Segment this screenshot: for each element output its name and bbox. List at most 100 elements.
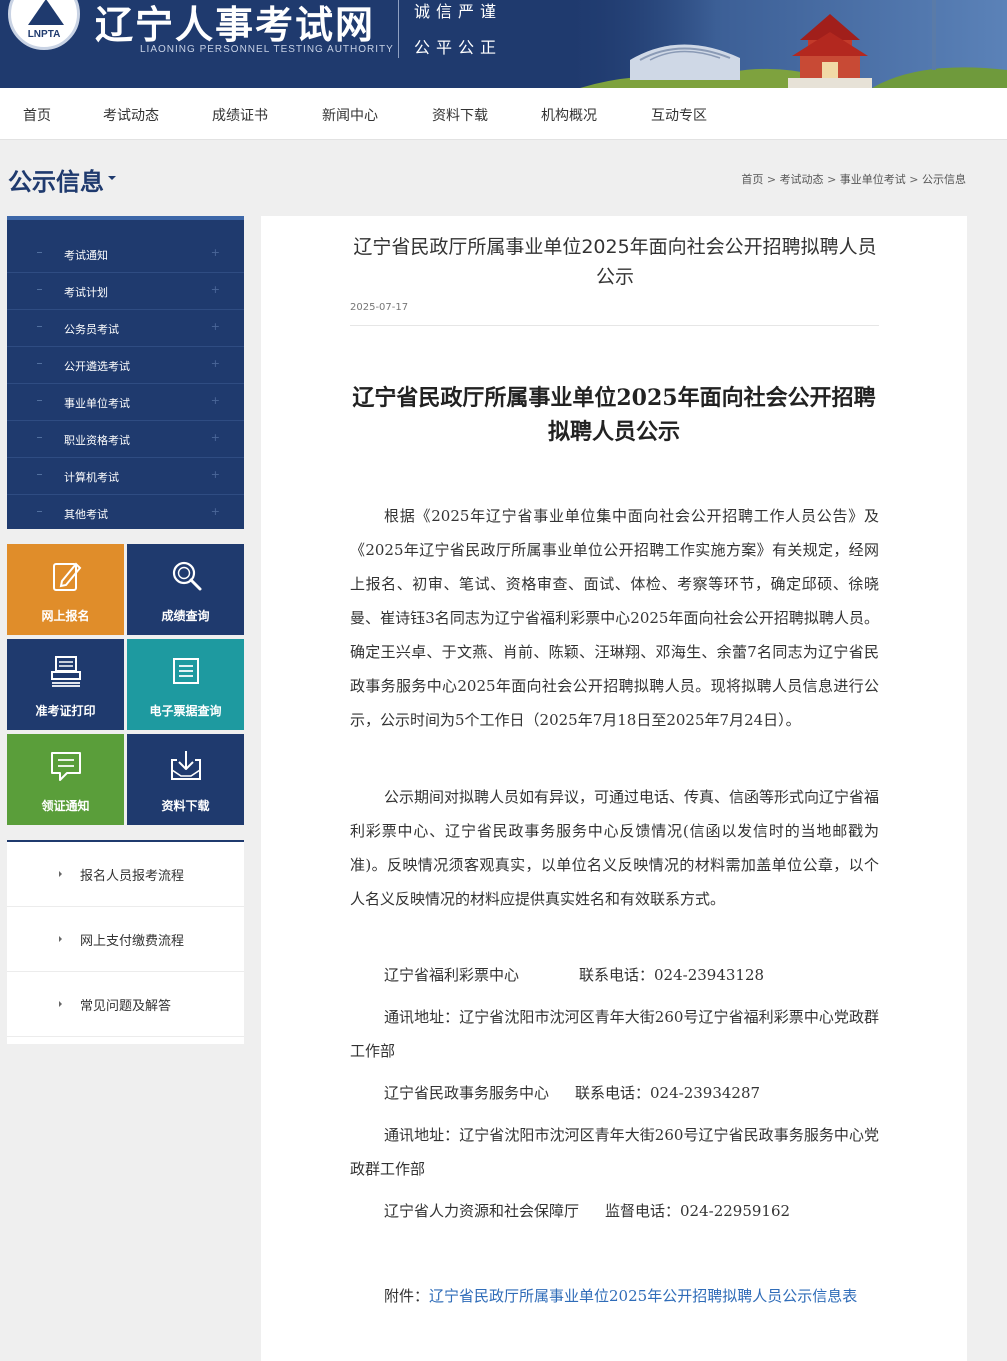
menu-tick-icon (37, 252, 42, 253)
breadcrumb: 首页 > 考试动态 > 事业单位考试 > 公示信息 (741, 171, 966, 187)
tile-label: 成绩查询 (161, 609, 210, 623)
banner-landmark-illustration (560, 0, 1007, 88)
arrow-right-icon (59, 871, 62, 877)
motto-line-2: 公平公正 (414, 38, 503, 57)
link-online-payment-process[interactable]: 网上支付缴费流程 (7, 907, 244, 972)
article-divider (350, 325, 879, 326)
article-paragraph-1: 根据《2025年辽宁省事业单位集中面向社会公开招聘工作人员公告》及《2025年辽… (350, 507, 879, 729)
caret-down-icon (108, 176, 116, 180)
menu-tick-icon (37, 474, 42, 475)
printer-icon (51, 656, 81, 687)
logo-abbr: LNPTA (27, 29, 61, 40)
menu-item-label: 其他考试 (64, 508, 108, 521)
menu-item-open-selection[interactable]: 公开遴选考试 + (7, 347, 244, 384)
breadcrumb-exam-news[interactable]: 考试动态 (780, 173, 824, 186)
site-subtitle: LIAONING PERSONNEL TESTING AUTHORITY (140, 44, 394, 55)
site-logo[interactable]: LNPTA (8, 0, 80, 50)
download-icon (171, 751, 201, 780)
edit-icon (53, 562, 82, 591)
menu-tick-icon (37, 437, 42, 438)
contact-hr-department: 辽宁省人力资源和社会保障厅 监督电话：024-22959162 (350, 1194, 879, 1228)
menu-item-label: 考试计划 (64, 286, 108, 299)
link-label: 常见问题及解答 (80, 999, 172, 1014)
article-main-title: 辽宁省民政厅所属事业单位2025年面向社会公开招聘拟聘人员公示 (352, 385, 876, 445)
menu-tick-icon (37, 511, 42, 512)
tile-label: 网上报名 (41, 609, 90, 623)
link-registration-process[interactable]: 报名人员报考流程 (7, 842, 244, 907)
tile-e-receipt-inquiry[interactable]: 电子票据查询 (127, 639, 244, 730)
menu-item-professional-qualification[interactable]: 职业资格考试 + (7, 421, 244, 458)
menu-tick-icon (37, 326, 42, 327)
arrow-right-icon (59, 1001, 62, 1007)
nav-scores-certificates[interactable]: 成绩证书 (212, 105, 268, 125)
menu-item-exam-notice[interactable]: 考试通知 + (7, 236, 244, 273)
menu-item-civil-servant[interactable]: 公务员考试 + (7, 310, 244, 347)
breadcrumb-separator: > (827, 173, 837, 186)
site-header: LNPTA 辽宁人事考试网 LIAONING PERSONNEL TESTING… (0, 0, 1007, 88)
expand-plus-icon[interactable]: + (211, 468, 220, 481)
menu-item-label: 考试通知 (64, 249, 108, 262)
nav-exam-news[interactable]: 考试动态 (103, 105, 159, 125)
attachment-link[interactable]: 辽宁省民政厅所属事业单位2025年公开招聘拟聘人员公示信息表 (429, 1287, 857, 1305)
nav-news-center[interactable]: 新闻中心 (322, 105, 378, 125)
menu-item-label: 职业资格考试 (64, 434, 130, 447)
nav-interaction[interactable]: 互动专区 (651, 105, 707, 125)
article-panel: 辽宁省民政厅所属事业单位2025年面向社会公开招聘拟聘人员公示 2025-07-… (261, 216, 967, 1361)
expand-plus-icon[interactable]: + (211, 394, 220, 407)
expand-plus-icon[interactable]: + (211, 357, 220, 370)
article-date: 2025-07-17 (350, 302, 409, 313)
link-label: 报名人员报考流程 (80, 869, 185, 884)
menu-tick-icon (37, 289, 42, 290)
motto-line-1: 诚信严谨 (414, 2, 503, 21)
search-icon (172, 561, 202, 591)
contact-civil-affairs-center-address: 通讯地址：辽宁省沈阳市沈河区青年大街260号辽宁省民政事务服务中心党政群工作部 (350, 1126, 879, 1178)
contact-org-name: 辽宁省人力资源和社会保障厅 (384, 1202, 580, 1220)
tile-score-inquiry[interactable]: 成绩查询 (127, 544, 244, 635)
contact-org-name: 辽宁省福利彩票中心 (384, 966, 520, 984)
exam-category-menu: 考试通知 + 考试计划 + 公务员考试 + 公开遴选考试 + 事业单位考试 + … (7, 216, 244, 529)
tile-material-download[interactable]: 资料下载 (127, 734, 244, 825)
tile-online-registration[interactable]: 网上报名 (7, 544, 124, 635)
tile-label: 资料下载 (161, 799, 210, 813)
contact-phone: 联系电话：024-23943128 (579, 966, 765, 984)
breadcrumb-institution-exam[interactable]: 事业单位考试 (840, 173, 906, 186)
expand-plus-icon[interactable]: + (211, 505, 220, 518)
article-header-title: 辽宁省民政厅所属事业单位2025年面向社会公开招聘拟聘人员公示 (353, 236, 877, 288)
contact-lottery-center: 辽宁省福利彩票中心 联系电话：024-23943128 (350, 958, 879, 992)
menu-item-label: 公务员考试 (64, 323, 119, 336)
article-attachment: 附件：辽宁省民政厅所属事业单位2025年公开招聘拟聘人员公示信息表 (350, 1279, 879, 1313)
expand-plus-icon[interactable]: + (211, 320, 220, 333)
nav-about[interactable]: 机构概况 (541, 105, 597, 125)
section-title: 公示信息 (8, 168, 104, 196)
menu-item-computer-exam[interactable]: 计算机考试 + (7, 458, 244, 495)
menu-item-other-exams[interactable]: 其他考试 + (7, 495, 244, 532)
breadcrumb-home[interactable]: 首页 (741, 173, 763, 186)
tile-label: 电子票据查询 (149, 704, 222, 718)
tile-label: 准考证打印 (35, 704, 96, 718)
tile-label: 领证通知 (41, 799, 90, 813)
menu-item-public-institution[interactable]: 事业单位考试 + (7, 384, 244, 421)
receipt-icon (173, 658, 199, 684)
expand-plus-icon[interactable]: + (211, 431, 220, 444)
link-faq[interactable]: 常见问题及解答 (7, 972, 244, 1037)
logo-triangle-icon (28, 0, 64, 25)
site-title[interactable]: 辽宁人事考试网 (95, 0, 375, 49)
contact-phone: 联系电话：024-23934287 (575, 1084, 761, 1102)
menu-item-label: 事业单位考试 (64, 397, 130, 410)
arrow-right-icon (59, 936, 62, 942)
expand-plus-icon[interactable]: + (211, 246, 220, 259)
expand-plus-icon[interactable]: + (211, 283, 220, 296)
contact-lottery-center-address: 通讯地址：辽宁省沈阳市沈河区青年大街260号辽宁省福利彩票中心党政群工作部 (350, 1008, 879, 1060)
menu-item-exam-plan[interactable]: 考试计划 + (7, 273, 244, 310)
tile-certificate-notice[interactable]: 领证通知 (7, 734, 124, 825)
contact-org-name: 辽宁省民政事务服务中心 (384, 1084, 550, 1102)
nav-downloads[interactable]: 资料下载 (432, 105, 488, 125)
breadcrumb-current[interactable]: 公示信息 (922, 173, 966, 186)
supervision-phone: 监督电话：024-22959162 (605, 1202, 791, 1220)
article-paragraph-2: 公示期间对拟聘人员如有异议，可通过电话、传真、信函等形式向辽宁省福利彩票中心、辽… (350, 788, 880, 908)
tile-admission-ticket-print[interactable]: 准考证打印 (7, 639, 124, 730)
menu-item-label: 公开遴选考试 (64, 360, 130, 373)
menu-tick-icon (37, 363, 42, 364)
breadcrumb-separator: > (909, 173, 919, 186)
nav-home[interactable]: 首页 (23, 105, 51, 125)
